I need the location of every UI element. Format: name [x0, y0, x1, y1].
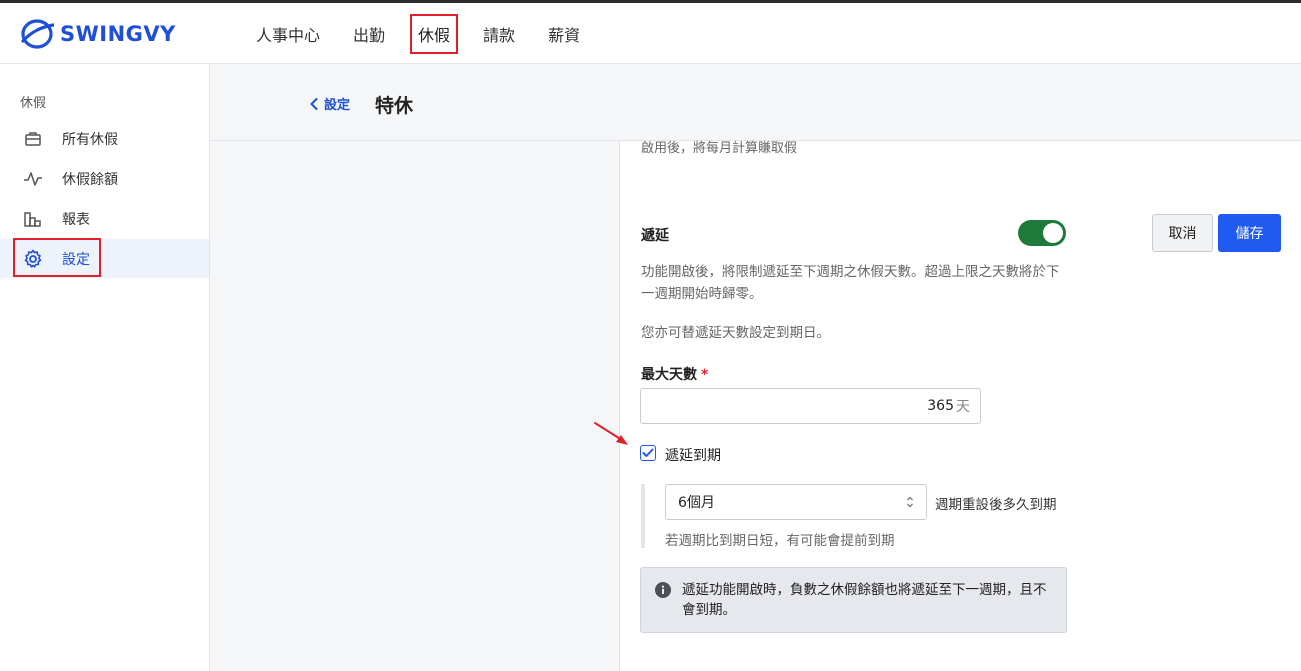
checkmark-icon [642, 448, 654, 457]
expiry-period-select[interactable]: 6個月 [665, 484, 927, 520]
sidebar-item-label: 所有休假 [62, 131, 118, 148]
swingvy-logo-icon [21, 19, 54, 49]
sidebar-item-label: 報表 [62, 211, 90, 228]
cancel-button[interactable]: 取消 [1152, 214, 1213, 252]
max-days-value: 365 [927, 398, 954, 414]
info-text: 遞延功能開啟時，負數之休假餘額也將遞延至下一週期，且不會到期。 [682, 582, 1047, 618]
sidebar-item-label: 設定 [62, 251, 90, 268]
nav-item-leave[interactable]: 休假 [410, 13, 459, 54]
max-days-input[interactable]: 365 天 [640, 388, 981, 424]
expiry-checkbox-label[interactable]: 遞延到期 [665, 445, 721, 465]
save-button[interactable]: 儲存 [1218, 214, 1281, 252]
carryover-description: 功能開啟後，將限制遞延至下週期之休假天數。超過上限之天數將於下一週期開始時歸零。 [641, 264, 1060, 302]
nav-item-attendance[interactable]: 出勤 [353, 22, 385, 46]
main-nav: 人事中心 出勤 休假 請款 薪資 [256, 3, 613, 64]
brand-logo[interactable]: SWINGVY [20, 17, 176, 51]
carryover-toggle[interactable] [1018, 220, 1066, 246]
nav-item-claims[interactable]: 請款 [483, 22, 515, 46]
chevron-left-icon [310, 97, 318, 110]
back-link[interactable]: 設定 [310, 94, 350, 113]
back-link-label: 設定 [324, 98, 351, 113]
expiry-period-value: 6個月 [678, 495, 715, 511]
bar-chart-icon [22, 208, 44, 230]
activity-icon [22, 168, 44, 190]
settings-panel: 啟用後，將每月計算賺取假 遞延 取消 儲存 功能開啟後，將限制遞延至下週期之休假… [619, 141, 1301, 671]
sidebar-item-leave-balance[interactable]: 休假餘額 [0, 159, 209, 198]
sidebar-title: 休假 [20, 96, 47, 111]
sidebar: 休假 所有休假 休假餘額 報表 設定 [0, 64, 210, 671]
page-title: 特休 [375, 95, 414, 117]
sidebar-item-settings[interactable]: 設定 [0, 239, 209, 278]
toggle-knob [1043, 223, 1063, 243]
max-days-unit: 天 [956, 399, 970, 415]
sidebar-item-all-leave[interactable]: 所有休假 [0, 119, 209, 158]
carryover-label: 遞延 [641, 228, 669, 244]
brand-name: SWINGVY [60, 22, 176, 46]
info-icon [655, 582, 671, 598]
nav-item-hr[interactable]: 人事中心 [256, 22, 320, 46]
gear-icon [22, 248, 44, 270]
expiry-hint: 若週期比到期日短，有可能會提前到期 [665, 533, 895, 549]
sidebar-item-reports[interactable]: 報表 [0, 199, 209, 238]
page-header: 設定 特休 [210, 64, 1301, 141]
previous-section-text: 啟用後，將每月計算賺取假 [641, 141, 798, 156]
briefcase-icon [22, 128, 44, 150]
max-days-label-text: 最大天數 [641, 367, 697, 383]
sidebar-item-label: 休假餘額 [62, 171, 118, 188]
nav-item-payroll[interactable]: 薪資 [548, 22, 580, 46]
required-mark: * [701, 367, 709, 383]
indent-bar [641, 484, 645, 548]
top-bar: SWINGVY 人事中心 出勤 休假 請款 薪資 [0, 0, 1301, 64]
expiry-period-suffix: 週期重設後多久到期 [935, 497, 1057, 513]
carryover-description-2: 您亦可替遞延天數設定到期日。 [641, 325, 830, 341]
info-box: 遞延功能開啟時，負數之休假餘額也將遞延至下一週期，且不會到期。 [640, 567, 1067, 633]
select-arrows-icon [907, 496, 913, 508]
max-days-label: 最大天數 * [641, 364, 708, 384]
expiry-checkbox[interactable] [640, 445, 656, 461]
